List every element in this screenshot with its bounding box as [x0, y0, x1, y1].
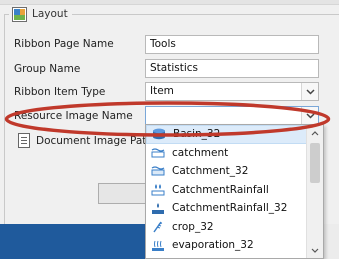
dropdown-item-label: CatchmentRainfall [172, 183, 269, 196]
dropdown-item-basin-32[interactable]: Basin_32 [146, 125, 307, 144]
catchment-icon [150, 146, 166, 160]
dropdown-item-label: evaporation_32 [172, 239, 254, 252]
dropdown-scrollbar[interactable] [306, 125, 323, 258]
dropdown-item-label: Basin_32 [173, 128, 221, 141]
resource-image-name-label: Resource Image Name [14, 110, 133, 122]
dropdown-item-label: Catchment_32 [172, 165, 249, 178]
dropdown-items: Basin_32 catchment Catchment_32 Catchmen… [146, 125, 307, 255]
bottom-panel [0, 224, 150, 259]
catchment-icon [150, 164, 166, 178]
chevron-down-icon [305, 112, 315, 119]
chevron-up-icon [311, 130, 319, 135]
dropdown-item-evaporation-32[interactable]: evaporation_32 [146, 236, 307, 255]
crop-icon [150, 220, 166, 234]
layout-group-title: Layout [32, 8, 68, 20]
scroll-up-button[interactable] [307, 125, 323, 141]
chevron-down-icon [305, 88, 315, 95]
resource-image-name-combo[interactable] [145, 106, 319, 125]
dropdown-item-label: catchment [172, 146, 229, 159]
evaporation-icon [150, 238, 166, 252]
resource-image-dropdown-list[interactable]: Basin_32 catchment Catchment_32 Catchmen… [145, 124, 324, 259]
group-name-input[interactable]: Statistics [145, 59, 319, 78]
rainfall-icon [150, 183, 166, 197]
scroll-down-button[interactable] [307, 242, 323, 258]
ribbon-item-type-combo[interactable]: Item [145, 82, 319, 101]
document-icon [18, 133, 30, 148]
background-button[interactable] [98, 183, 152, 204]
dropdown-item-catchmentrainfall[interactable]: CatchmentRainfall [146, 181, 307, 200]
ribbon-item-type-dropdown-button[interactable] [301, 83, 318, 100]
dropdown-item-crop-32[interactable]: crop_32 [146, 218, 307, 237]
ribbon-page-name-label: Ribbon Page Name [14, 38, 114, 50]
dropdown-item-catchment[interactable]: catchment [146, 144, 307, 163]
chevron-down-icon [311, 248, 319, 253]
ribbon-item-type-value: Item [150, 85, 174, 97]
resource-image-name-dropdown-button[interactable] [301, 107, 318, 124]
rainfall-icon [150, 201, 166, 215]
document-image-path-label: Document Image Path [36, 135, 154, 147]
dropdown-item-label: CatchmentRainfall_32 [172, 202, 288, 215]
dropdown-item-catchment-32[interactable]: Catchment_32 [146, 162, 307, 181]
group-name-label: Group Name [14, 63, 81, 75]
ribbon-page-name-input[interactable]: Tools [145, 35, 319, 54]
scrollbar-thumb[interactable] [310, 143, 320, 183]
layout-icon [12, 6, 27, 22]
dropdown-item-catchmentrainfall-32[interactable]: CatchmentRainfall_32 [146, 199, 307, 218]
layout-group-header: Layout [9, 5, 72, 23]
basin-icon [151, 127, 167, 141]
dropdown-item-label: crop_32 [172, 220, 214, 233]
ribbon-item-type-label: Ribbon Item Type [14, 86, 106, 98]
